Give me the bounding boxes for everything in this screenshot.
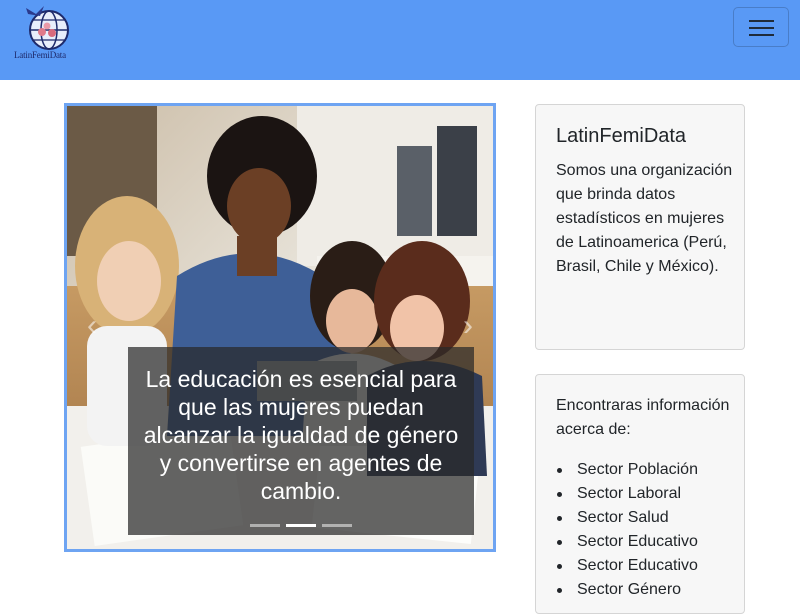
caption-text: La educación es esencial para que las mu…: [143, 366, 459, 504]
about-card: LatinFemiData Somos una organización que…: [535, 104, 745, 350]
carousel-caption: La educación es esencial para que las mu…: [128, 347, 474, 535]
brand-text: LatinFemiData: [14, 50, 66, 60]
list-item: Sector Población: [556, 458, 741, 482]
carousel-prev-icon[interactable]: ‹: [77, 306, 107, 346]
hamburger-line: [749, 34, 774, 36]
carousel-indicators: [128, 524, 474, 530]
carousel-indicator-3[interactable]: [322, 524, 352, 527]
navbar: LatinFemiData: [0, 0, 800, 80]
image-carousel[interactable]: ‹ › La educación es esencial para que la…: [64, 103, 496, 552]
carousel-indicator-2[interactable]: [286, 524, 316, 527]
about-card-title: LatinFemiData: [556, 125, 687, 147]
sector-list: Sector Población Sector Laboral Sector S…: [556, 458, 741, 602]
list-item: Sector Salud: [556, 506, 741, 530]
list-item: Sector Laboral: [556, 482, 741, 506]
list-item: Sector Educativo: [556, 554, 741, 578]
brand-link[interactable]: LatinFemiData: [12, 2, 88, 60]
info-card: Encontraras información acerca de: Secto…: [535, 374, 745, 614]
carousel-next-icon[interactable]: ›: [453, 306, 483, 346]
globe-women-logo-icon: [26, 6, 69, 50]
carousel-indicator-1[interactable]: [250, 524, 280, 527]
about-card-text: Somos una organización que brinda datos …: [556, 162, 733, 275]
list-item: Sector Género: [556, 578, 741, 602]
hamburger-menu-icon: [749, 20, 774, 22]
list-item: Sector Educativo: [556, 530, 741, 554]
hamburger-line: [749, 27, 774, 29]
navbar-toggler-button[interactable]: [733, 7, 789, 47]
info-card-text: Encontraras información acerca de:: [556, 397, 730, 438]
